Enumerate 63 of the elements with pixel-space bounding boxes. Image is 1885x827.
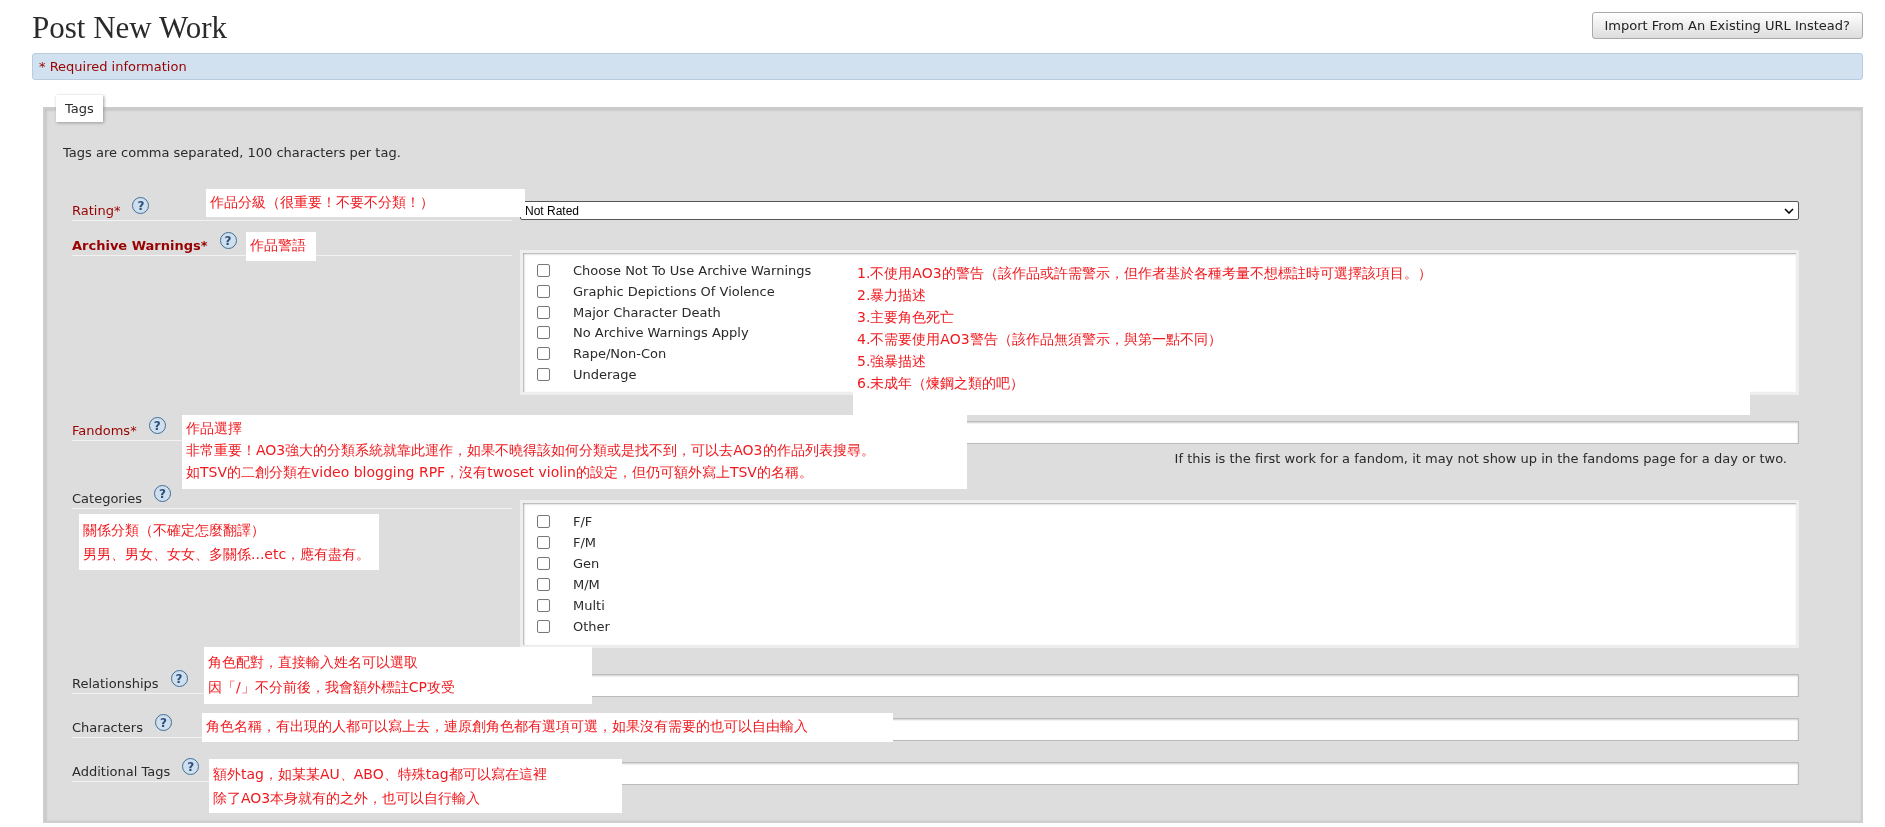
annotation-text: 額外tag，如某某AU、ABO、特殊tag都可以寫在這裡: [213, 765, 548, 784]
checkbox[interactable]: [537, 368, 550, 382]
option-label: Other: [573, 619, 610, 634]
option-label: Underage: [573, 367, 637, 383]
intro-text: Tags are comma separated, 100 characters per tag.: [63, 145, 401, 162]
annotation-text: 4.不需要使用AO3警告（該作品無須警示，與第一點不同）: [857, 330, 1223, 349]
import-button[interactable]: Import From An Existing URL Instead?: [1591, 11, 1863, 39]
option-label: Gen: [573, 556, 600, 571]
checkbox[interactable]: [537, 284, 550, 298]
help-icon[interactable]: ?: [219, 232, 237, 249]
chevron-icon: [1784, 207, 1794, 214]
annotation-text: 如TSV的二創分類在video blogging RPF，沒有twoset violin的設定，但仍可額外寫上TSV的名稱。: [186, 463, 814, 482]
field-label: Relationships: [72, 676, 159, 691]
option-label: F/F: [573, 514, 593, 529]
option-label: Major Character Death: [573, 304, 721, 320]
field-label: Fandoms*: [72, 423, 137, 438]
annotation-text: 角色名稱，有出現的人都可以寫上去，連原創角色都有選項可選，如果沒有需要的也可以自由輸入: [206, 717, 809, 736]
checkbox[interactable]: [537, 515, 550, 528]
help-icon[interactable]: ?: [170, 670, 188, 687]
annotation-text: 3.主要角色死亡: [857, 308, 956, 327]
checkbox[interactable]: [537, 326, 550, 340]
checkbox[interactable]: [537, 305, 550, 319]
help-icon[interactable]: ?: [154, 714, 172, 731]
checkbox[interactable]: [537, 536, 550, 549]
field-label: Archive Warnings*: [72, 238, 208, 253]
option-label: Graphic Depictions Of Violence: [573, 283, 775, 299]
checkbox[interactable]: [537, 599, 550, 612]
annotation-text: 除了AO3本身就有的之外，也可以自行輸入: [213, 789, 482, 808]
annotation-text: 作品分級（很重要！不要不分類！）: [210, 193, 435, 212]
checkbox[interactable]: [537, 578, 550, 591]
annotation-text: 角色配對，直接輸入姓名可以選取: [208, 653, 419, 672]
option-label: M/M: [573, 577, 600, 592]
option-label: Rape/Non-Con: [573, 346, 667, 362]
rating-dropdown[interactable]: Not Rated: [520, 201, 1799, 220]
annotation-text: 男男、男女、女女、多關係...etc，應有盡有。: [83, 545, 372, 564]
annotation-text: 作品警語: [250, 236, 307, 255]
help-icon[interactable]: ?: [154, 485, 172, 502]
help-icon[interactable]: ?: [132, 197, 150, 214]
annotation-text: 6.未成年（煉鋼之類的吧）: [857, 374, 1026, 393]
help-icon[interactable]: ?: [182, 758, 200, 775]
annotation-text: 1.不使用AO3的警告（該作品或許需警示，但作者基於各種考量不想標註時可選擇該項目。）: [857, 264, 1433, 283]
annotation-text: 關係分類（不確定怎麼翻譯）: [83, 521, 266, 540]
annotation-text: 5.強暴描述: [857, 352, 928, 371]
field-label: Rating*: [72, 203, 121, 218]
option-label: No Archive Warnings Apply: [573, 325, 749, 341]
checkbox[interactable]: [537, 263, 550, 277]
annotation-text: 因「/」不分前後，我會額外標註CP攻受: [208, 678, 456, 697]
annotation-text: 作品選擇: [186, 419, 243, 438]
option-label: F/M: [573, 535, 597, 550]
page-title: Post New Work: [32, 10, 227, 46]
annotation-text: 2.暴力描述: [857, 286, 928, 305]
field-label: Categories: [72, 491, 143, 506]
help-icon[interactable]: ?: [148, 417, 166, 434]
field-note: If this is the first work for a fandom, it may not show up in the fandoms page for a day or two.: [1174, 451, 1787, 468]
field-label: Characters: [72, 720, 143, 735]
checkbox[interactable]: [537, 347, 550, 361]
field-label: Additional Tags: [72, 764, 171, 779]
checkbox[interactable]: [537, 620, 550, 633]
required-note: * Required information: [39, 59, 187, 74]
option-label: Multi: [573, 598, 605, 613]
checkbox[interactable]: [537, 557, 550, 570]
annotation-text: 非常重要！AO3強大的分類系統就靠此運作，如果不曉得該如何分類或是找不到，可以去AO3的作品列表搜尋。: [186, 441, 876, 460]
option-label: Choose Not To Use Archive Warnings: [573, 262, 812, 278]
